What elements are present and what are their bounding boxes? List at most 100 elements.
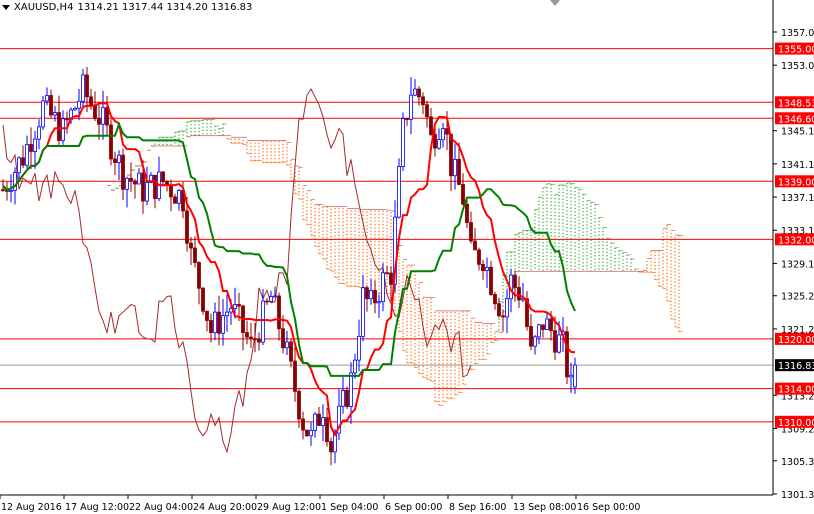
candle-body — [557, 334, 561, 353]
candle — [453, 143, 457, 190]
candle — [137, 168, 141, 185]
candle — [145, 166, 149, 206]
candle-body — [397, 166, 401, 218]
candle-body — [45, 95, 49, 102]
candle — [113, 151, 117, 176]
candle — [529, 313, 533, 350]
candle-body — [217, 311, 221, 334]
candle — [381, 263, 385, 312]
candle-body — [141, 172, 145, 202]
candle — [357, 319, 361, 372]
candle — [397, 158, 401, 219]
candle-body — [81, 74, 85, 102]
candle — [5, 181, 9, 201]
candle — [485, 257, 489, 288]
candle — [413, 79, 417, 97]
candle-body — [25, 144, 29, 166]
candles — [1, 66, 577, 466]
candle — [193, 236, 197, 268]
candle-body — [33, 138, 37, 152]
candle — [301, 411, 305, 440]
candle-body — [341, 390, 345, 407]
candle-body — [429, 116, 433, 135]
candle-body — [221, 315, 225, 334]
candle-body — [385, 272, 389, 275]
chart-shift-marker-icon — [550, 0, 560, 6]
candle-body — [545, 318, 549, 330]
candle — [205, 310, 209, 332]
candle — [153, 174, 157, 209]
candle-body — [261, 300, 265, 343]
candle — [493, 291, 497, 310]
candle-body — [225, 311, 229, 317]
candle-body — [41, 100, 45, 128]
candle — [533, 334, 537, 355]
candle — [513, 270, 517, 302]
dropdown-triangle-icon[interactable] — [2, 5, 10, 10]
level-price-label: 1355.00 — [778, 45, 814, 56]
price-tick-label: 1345.10 — [781, 127, 814, 138]
candle — [213, 302, 217, 341]
candle-body — [65, 118, 69, 121]
candle — [197, 261, 201, 305]
candle — [505, 289, 509, 334]
candle — [133, 178, 137, 199]
candle — [21, 145, 25, 169]
candle-body — [209, 320, 213, 333]
candle — [425, 100, 429, 128]
candle-body — [565, 331, 569, 378]
candle — [309, 422, 313, 446]
candle-body — [121, 154, 125, 190]
level-price-label: 1339.00 — [778, 177, 814, 188]
candle — [81, 69, 85, 110]
candle — [317, 406, 321, 427]
candle — [257, 332, 261, 351]
price-tick-label: 1353.00 — [781, 61, 814, 72]
candle-body — [37, 126, 41, 140]
candle — [481, 259, 485, 280]
candle-body — [401, 118, 405, 167]
time-tick-label: 12 Aug 2016 — [1, 502, 62, 513]
candle — [437, 128, 441, 150]
symbol-label: XAUUSD,H4 — [14, 2, 74, 13]
candle — [441, 123, 445, 148]
candle-body — [485, 266, 489, 272]
candle — [541, 324, 545, 338]
candle — [269, 290, 273, 302]
candle — [73, 106, 77, 111]
candle-body — [197, 262, 201, 289]
candle-body — [365, 287, 369, 300]
candle-body — [281, 328, 285, 349]
candle — [173, 193, 177, 204]
candle — [33, 131, 37, 169]
candle — [225, 294, 229, 332]
candle-body — [321, 417, 325, 426]
time-tick-label: 1 Sep 04:00 — [321, 502, 378, 513]
candle-body — [289, 341, 293, 362]
candle — [461, 173, 465, 206]
time-tick-label: 24 Aug 20:00 — [193, 502, 257, 513]
candle-body — [245, 332, 249, 338]
candle-body — [169, 184, 173, 198]
candle-body — [201, 287, 205, 312]
candle-body — [533, 336, 537, 347]
candle-body — [277, 295, 281, 330]
level-price-label: 1320.00 — [778, 335, 814, 346]
candle — [65, 111, 69, 134]
candle-body — [373, 289, 377, 304]
candle-body — [285, 341, 289, 349]
candle-body — [369, 289, 373, 300]
chart-header: XAUUSD,H4 1314.21 1317.44 1314.20 1316.8… — [2, 2, 252, 13]
candle-body — [353, 359, 357, 374]
price-tick-label: 1329.10 — [781, 259, 814, 270]
candle-body — [569, 374, 573, 378]
candle-body — [137, 172, 141, 185]
candle-body — [445, 128, 449, 135]
candle — [345, 386, 349, 409]
time-tick-label: 6 Sep 00:00 — [385, 502, 442, 513]
candle — [525, 291, 529, 331]
candle-body — [265, 300, 269, 303]
candle-body — [349, 372, 353, 407]
price-chart[interactable]: 1357.001353.001345.101341.101337.101333.… — [0, 0, 814, 514]
candle — [285, 331, 289, 355]
